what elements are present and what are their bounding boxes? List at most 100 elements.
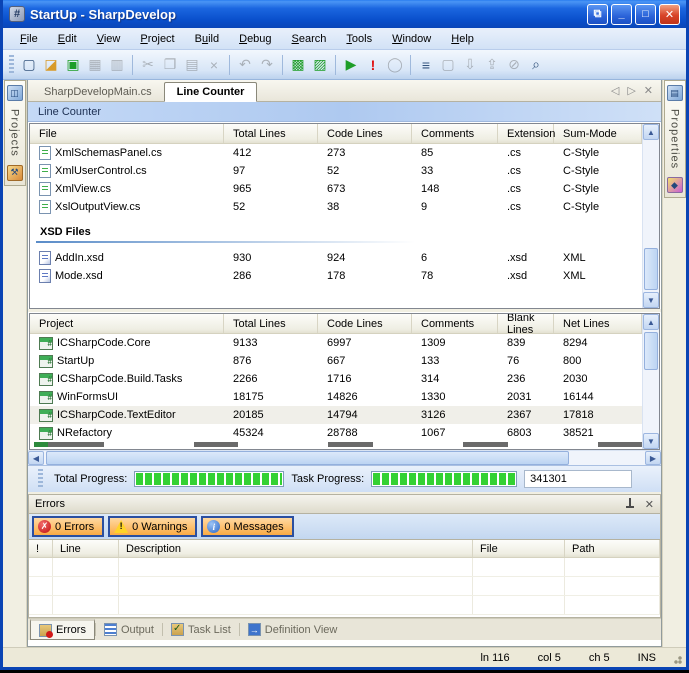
- toolbar-separator: [410, 55, 411, 75]
- maximize-button[interactable]: □: [635, 4, 656, 25]
- cell-text: 97: [233, 165, 245, 177]
- menu-tools[interactable]: Tools: [337, 30, 381, 48]
- scroll-up-icon[interactable]: ▲: [643, 124, 659, 140]
- close-button[interactable]: ✕: [659, 4, 680, 25]
- abort-icon[interactable]: [362, 54, 384, 76]
- cell-text: 16144: [563, 391, 594, 403]
- table-cell: NRefactory: [30, 427, 224, 440]
- table-row[interactable]: StartUp87666713376800: [30, 352, 642, 370]
- menu-project[interactable]: Project: [131, 30, 183, 48]
- table-cell: .cs: [498, 147, 554, 159]
- run-icon[interactable]: [340, 54, 362, 76]
- menu-debug[interactable]: Debug: [230, 30, 280, 48]
- scroll-right-icon[interactable]: ▶: [645, 451, 661, 465]
- table-row[interactable]: XmlView.cs965673148.csC-Style: [30, 180, 642, 198]
- column-header[interactable]: Extension: [498, 124, 554, 143]
- table-cell: 45324: [224, 427, 318, 439]
- table-row[interactable]: XmlUserControl.cs975233.csC-Style: [30, 162, 642, 180]
- table-row[interactable]: ICSharpCode.Core9133699713098398294: [30, 334, 642, 352]
- table-row[interactable]: ICSharpCode.Build.Tasks22661716314236203…: [30, 370, 642, 388]
- pin-icon[interactable]: [625, 498, 635, 510]
- tab-scroll-left-icon[interactable]: ◁: [611, 84, 619, 97]
- menu-help[interactable]: Help: [442, 30, 483, 48]
- menu-search[interactable]: Search: [283, 30, 336, 48]
- menu-file[interactable]: File: [11, 30, 47, 48]
- pad-tab-task-list[interactable]: Task List: [163, 619, 239, 640]
- column-header[interactable]: Sum-Mode: [554, 124, 642, 143]
- 0-messages-button[interactable]: i0 Messages: [201, 516, 293, 537]
- table-cell: C-Style: [554, 183, 642, 195]
- table-row[interactable]: NRefactory45324287881067680338521: [30, 424, 642, 442]
- pad-tab-errors[interactable]: Errors: [30, 619, 95, 640]
- column-header[interactable]: Project: [30, 314, 224, 333]
- tab-scroll-right-icon[interactable]: ▷: [627, 84, 635, 97]
- errors-column-header[interactable]: File: [473, 540, 565, 557]
- resize-grip[interactable]: [670, 652, 682, 664]
- errors-column-header[interactable]: Line: [53, 540, 119, 557]
- title-bar: # StartUp - SharpDevelop ⧉ _ □ ✕: [3, 0, 686, 28]
- new-file-icon[interactable]: [18, 54, 40, 76]
- sidebar-tab-projects[interactable]: ◫ Projects ⚒: [4, 80, 26, 186]
- cell-text: C-Style: [563, 201, 599, 213]
- column-header[interactable]: Comments: [412, 124, 498, 143]
- list-icon[interactable]: [415, 54, 437, 76]
- sidebar-tab-properties[interactable]: ▤ Properties ◆: [664, 80, 686, 198]
- cs-file-icon: [39, 182, 51, 196]
- projects-table-vscrollbar[interactable]: ▲ ▼: [642, 314, 659, 449]
- table-row[interactable]: Mode.xsd28617878.xsdXML: [30, 267, 642, 285]
- errors-close-icon[interactable]: ✕: [645, 498, 654, 511]
- minimize-button[interactable]: _: [611, 4, 632, 25]
- toggle-window-button[interactable]: ⧉: [587, 4, 608, 25]
- open-file-icon[interactable]: [40, 54, 62, 76]
- tab-line-counter[interactable]: Line Counter: [164, 82, 258, 102]
- column-header[interactable]: Net Lines: [554, 314, 642, 333]
- scroll-down-icon[interactable]: ▼: [643, 433, 659, 449]
- column-header[interactable]: File: [30, 124, 224, 143]
- menu-build[interactable]: Build: [186, 30, 228, 48]
- progress-grip[interactable]: [38, 469, 43, 489]
- column-header[interactable]: Comments: [412, 314, 498, 333]
- horizontal-scrollbar[interactable]: ◀ ▶: [28, 450, 661, 465]
- 0-errors-button[interactable]: ✗0 Errors: [32, 516, 104, 537]
- uncomment-region-icon[interactable]: [309, 54, 331, 76]
- toolbar-grip[interactable]: [9, 55, 14, 75]
- table-row[interactable]: AddIn.xsd9309246.xsdXML: [30, 249, 642, 267]
- errors-column-header[interactable]: !: [29, 540, 53, 557]
- column-header[interactable]: Code Lines: [318, 124, 412, 143]
- toolbar-separator: [229, 55, 230, 75]
- errors-column-header[interactable]: Description: [119, 540, 473, 557]
- open-solution-icon[interactable]: [62, 54, 84, 76]
- menu-edit[interactable]: Edit: [49, 30, 86, 48]
- menu-view[interactable]: View: [88, 30, 130, 48]
- files-table-vscrollbar[interactable]: ▲ ▼: [642, 124, 659, 308]
- column-header[interactable]: Blank Lines: [498, 314, 554, 333]
- 0-warnings-button[interactable]: 0 Warnings: [108, 516, 197, 537]
- scroll-thumb[interactable]: [46, 451, 569, 465]
- classes-icon[interactable]: ◆: [667, 177, 683, 193]
- scroll-thumb[interactable]: [644, 332, 658, 370]
- scroll-down-icon[interactable]: ▼: [643, 292, 659, 308]
- errors-icon: [39, 624, 52, 637]
- pad-tab-output[interactable]: Output: [96, 619, 162, 640]
- errors-column-header[interactable]: Path: [565, 540, 660, 557]
- scroll-left-icon[interactable]: ◀: [28, 451, 44, 465]
- tab-close-icon[interactable]: ✕: [644, 84, 653, 97]
- tab-sharpdevelopmain-cs[interactable]: SharpDevelopMain.cs: [32, 83, 164, 101]
- cell-text: 148: [421, 183, 439, 195]
- tools-icon[interactable]: ⚒: [7, 165, 23, 181]
- table-row[interactable]: ICSharpCode.TextEditor201851479431262367…: [30, 406, 642, 424]
- comment-region-icon[interactable]: [287, 54, 309, 76]
- column-header[interactable]: Code Lines: [318, 314, 412, 333]
- menu-window[interactable]: Window: [383, 30, 440, 48]
- pad-tab-definition-view[interactable]: →Definition View: [240, 619, 346, 640]
- scroll-thumb[interactable]: [644, 248, 658, 290]
- table-row[interactable]: WinFormsUI18175148261330203116144: [30, 388, 642, 406]
- column-header[interactable]: Total Lines: [224, 124, 318, 143]
- table-row[interactable]: XslOutputView.cs52389.csC-Style: [30, 198, 642, 216]
- column-header[interactable]: Total Lines: [224, 314, 318, 333]
- search-icon[interactable]: [525, 54, 547, 76]
- table-cell: XmlUserControl.cs: [30, 164, 224, 178]
- scroll-up-icon[interactable]: ▲: [643, 314, 659, 330]
- table-row[interactable]: XmlSchemasPanel.cs41227385.csC-Style: [30, 144, 642, 162]
- table-splitter[interactable]: [28, 309, 661, 312]
